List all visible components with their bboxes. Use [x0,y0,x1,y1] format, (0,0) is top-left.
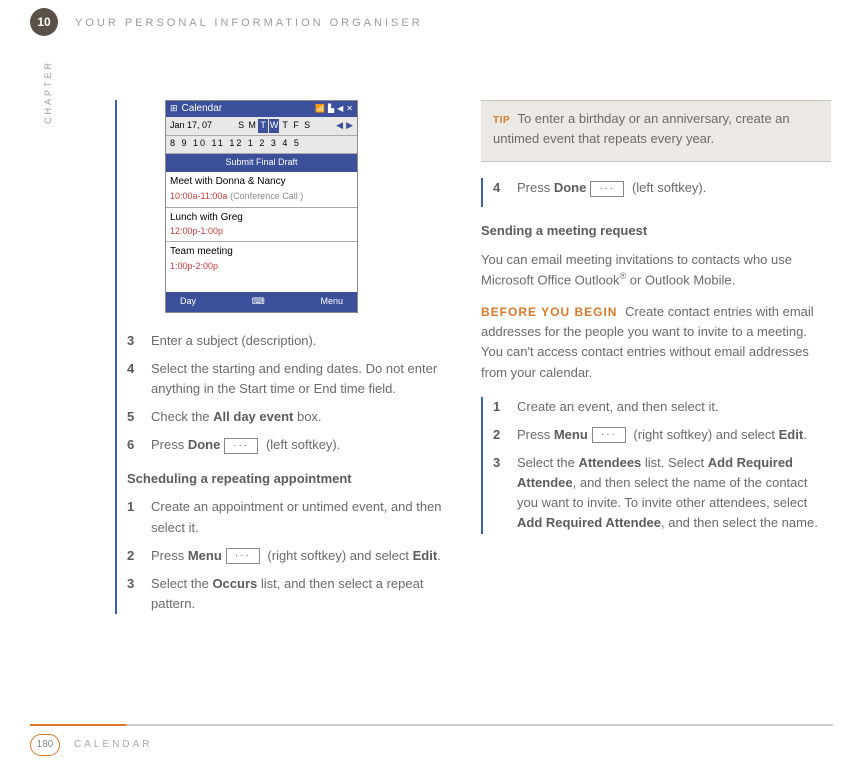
before-you-begin: BEFORE YOU BEGIN Create contact entries … [481,302,831,383]
softkey-icon: ··· [590,181,624,197]
signal-icon: 📶 [315,103,325,115]
list-item: 3Enter a subject (description). [127,331,455,351]
list-item: 1Create an appointment or untimed event,… [127,497,455,537]
softkey-left: Day [180,295,196,309]
list-item: 5Check the All day event box. [127,407,455,427]
device-app-title: Calendar [182,101,223,117]
chapter-side-label: CHAPTER [42,60,56,124]
antenna-icon: ▙ [328,103,334,115]
windows-flag-icon: ⊞ [170,102,178,116]
footer-rule [30,724,833,726]
section-heading: Scheduling a repeating appointment [127,469,455,489]
page-number: 180 [30,734,60,756]
hour-scale: 8 9 10 11 12 1 2 3 4 5 [166,136,357,154]
all-day-banner: Submit Final Draft [166,154,357,172]
softkey-right: Menu [320,295,343,309]
close-icon: ✕ [346,103,353,115]
list-item: 2Press Menu··· (right softkey) and selec… [127,546,455,566]
volume-icon: ◀ [337,103,343,115]
chapter-number-badge: 10 [30,8,58,36]
softkey-icon: ··· [224,438,258,454]
list-item: 6Press Done··· (left softkey). [127,435,455,455]
page-footer: 180 CALENDAR [30,734,152,756]
body-text: You can email meeting invitations to con… [481,250,831,291]
tip-callout: TIP To enter a birthday or an anniversar… [481,100,831,162]
keyboard-icon: ⌨ [252,295,265,309]
calendar-device-screenshot: ⊞ Calendar 📶 ▙ ◀ ✕ Jan 17, 07 S M T [165,100,358,313]
event-row: Meet with Donna & Nancy 10:00a-11:00a (C… [166,172,357,208]
next-day-icon: ▶ [346,119,353,133]
prev-day-icon: ◀ [336,119,343,133]
day-of-week-strip: S M T W T F S [236,119,312,133]
softkey-icon: ··· [226,548,260,564]
softkey-icon: ··· [592,427,626,443]
list-item: 2Press Menu··· (right softkey) and selec… [493,425,831,445]
list-item: 1Create an event, and then select it. [493,397,831,417]
list-item: 4Select the starting and ending dates. D… [127,359,455,399]
footer-section-label: CALENDAR [74,737,152,753]
device-date: Jan 17, 07 [170,119,212,133]
tip-label: TIP [493,115,510,126]
event-row: Team meeting 1:00p-2:00p [166,242,357,291]
section-heading: Sending a meeting request [481,221,831,241]
event-row: Lunch with Greg 12:00p-1:00p [166,208,357,242]
list-item: 3Select the Occurs list, and then select… [127,574,455,614]
list-item: 4Press Done··· (left softkey). [493,178,831,198]
chapter-title: YOUR PERSONAL INFORMATION ORGANISER [75,15,423,32]
tip-text: To enter a birthday or an anniversary, c… [493,111,790,146]
list-item: 3Select the Attendees list. Select Add R… [493,453,831,534]
